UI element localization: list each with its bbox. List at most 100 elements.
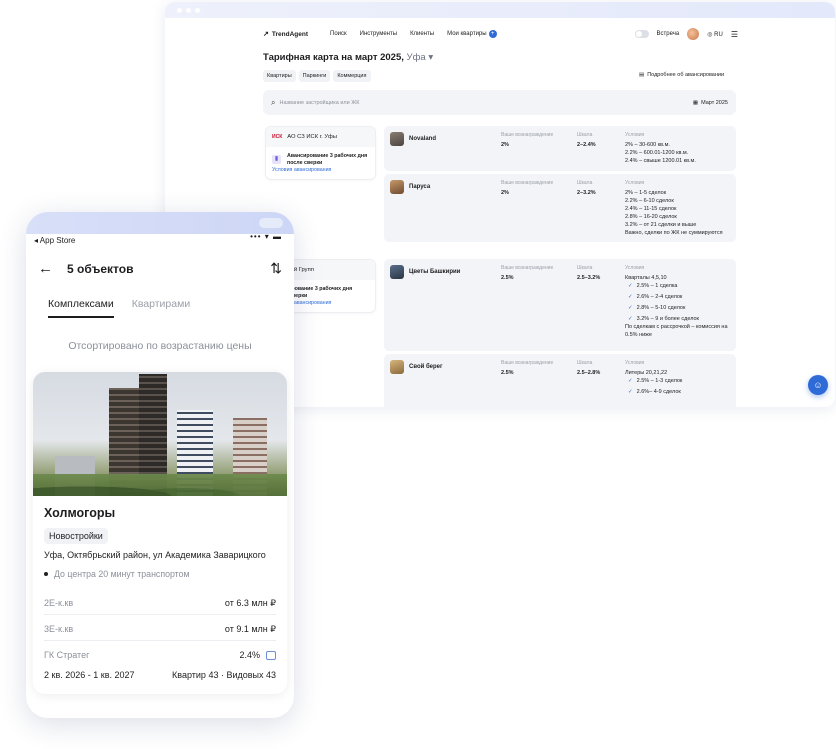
window-dot[interactable]	[195, 7, 200, 13]
condition-line: 2.2% – 600.01-1200 кв.м.	[625, 149, 689, 156]
wallet-icon: ▮	[272, 155, 281, 164]
window-dot[interactable]	[177, 7, 182, 13]
bullet-icon	[44, 572, 48, 576]
scale-col: Шкала 2–2.4%	[577, 132, 596, 148]
commission-row: ГК Стратег 2.4%	[44, 650, 276, 661]
conditions-col: Условия Литеры 20,21,22 ✓ 2.5% – 1-3 сдел…	[625, 360, 682, 397]
reward-value: 2%	[501, 142, 509, 148]
condition-text: 2.5% – 1 сделка	[636, 282, 678, 289]
globe-icon: ◎	[707, 31, 713, 38]
condition-text: 3.2% – 9 и более сделок	[636, 315, 699, 322]
developer-label: ГК Стратег	[44, 650, 90, 660]
complex-row[interactable]: Novaland Ваше вознаграждение 2% Шкала 2–2.…	[384, 126, 736, 171]
complex-row[interactable]: Свой берег Ваше вознаграждение 2.5% Шкала…	[384, 354, 736, 407]
tab-commercial[interactable]: Коммерция	[333, 70, 371, 82]
reward-label: Ваше вознаграждение	[501, 360, 554, 366]
stage: ↗ TrendAgent Поиск Инструменты Клиенты М…	[0, 0, 836, 749]
chat-button[interactable]: ☺	[808, 375, 828, 395]
reward-value: 2%	[501, 190, 509, 196]
nav-link-tools[interactable]: Инструменты	[360, 31, 397, 37]
nav-link-my-apartments[interactable]: Мои квартиры +	[447, 30, 497, 38]
condition-line: 2.2% – 6-10 сделок	[625, 197, 674, 204]
scale-value: 2.5–2.8%	[577, 370, 601, 376]
back-arrow-icon[interactable]: ←	[38, 260, 53, 277]
complex-name: Паруса	[390, 180, 430, 194]
avatar[interactable]	[687, 28, 700, 40]
complex-row[interactable]: Цветы Башкирии Ваше вознаграждение 2.5% Ш…	[384, 259, 736, 351]
complex-address: Уфа, Октябрьский район, ул Академика Зав…	[44, 550, 266, 560]
tab-apartments[interactable]: Квартирами	[132, 298, 190, 318]
scale-value: 2–3.2%	[577, 190, 596, 196]
travel-time-text: До центра 20 минут транспортом	[54, 569, 190, 579]
advance-conditions-link[interactable]: Условия авансирования	[272, 167, 331, 173]
page-title: Тарифная карта на март 2025, Уфа ▾	[263, 52, 433, 63]
tab-apartments[interactable]: Квартиры	[263, 70, 296, 82]
complex-title: Цветы Башкирии	[409, 269, 461, 275]
city-selector[interactable]: Уфа ▾	[407, 52, 434, 63]
phone-header: ← 5 объектов ⇅	[38, 260, 282, 277]
scale-label: Шкала	[577, 265, 593, 271]
advance-info-link[interactable]: ▤ Подробнее об авансировании	[639, 72, 724, 78]
price-row: 2Е-к.кв от 6.3 млн ₽	[44, 598, 276, 609]
city-label: Уфа	[406, 52, 426, 63]
complex-title: Паруса	[409, 184, 431, 190]
search-bar[interactable]: ⌕ Название застройщика или ЖК ▦ Март 202…	[263, 90, 736, 115]
arrow-icon: ↗	[263, 31, 269, 38]
reward-value: 2.5%	[501, 370, 514, 376]
nav-link-clients[interactable]: Клиенты	[410, 31, 434, 37]
scale-value: 2.5–3.2%	[577, 275, 601, 281]
page-title-text: Тарифная карта на март 2025,	[263, 52, 404, 63]
category-tabs: Квартиры Паркинги Коммерция	[263, 70, 371, 82]
conditions-heading: Литеры 20,21,22	[625, 370, 668, 376]
app-store-back[interactable]: ◂ App Store	[34, 236, 75, 245]
condition-text: 2.8% – 5-10 сделок	[636, 304, 686, 311]
condition-text: 2.6% – 2-4 сделок	[636, 293, 683, 300]
price-row-value: от 9.1 млн ₽	[224, 624, 276, 634]
calendar-icon: ▦	[692, 99, 699, 106]
condition-check-line: ✓ 2.8% – 5-10 сделок	[628, 305, 733, 313]
price-row: 3Е-к.кв от 9.1 млн ₽	[44, 624, 276, 635]
complex-card[interactable]: Холмогоры Новостройки Уфа, Октябрьский р…	[33, 372, 287, 694]
divider	[44, 640, 276, 641]
condition-line: 3.2% – от 21 сделки и выше	[625, 221, 697, 228]
dynamic-island	[259, 218, 283, 228]
search-input[interactable]: Название застройщика или ЖК	[279, 100, 359, 106]
condition-check-line: ✓ 2.5% – 1-3 сделок	[628, 378, 682, 386]
scale-value: 2–2.4%	[577, 142, 596, 148]
language-switch[interactable]: ◎ RU	[707, 31, 723, 38]
nav-link-search[interactable]: Поиск	[330, 31, 347, 37]
plus-icon: +	[488, 30, 497, 38]
scale-label: Шкала	[577, 360, 593, 366]
commission-value: 2.4%	[239, 650, 276, 661]
complex-title: Novaland	[409, 136, 437, 142]
price-row-label: 2Е-к.кв	[44, 598, 74, 608]
check-icon: ✓	[628, 377, 633, 384]
scale-col: Шкала 2–3.2%	[577, 180, 596, 196]
tab-complexes[interactable]: Комплексами	[48, 298, 114, 318]
complex-thumbnail	[390, 132, 404, 146]
status-icons: ••• ▾ ▬	[250, 232, 282, 241]
complex-row[interactable]: Паруса Ваше вознаграждение 2% Шкала 2–3.2%…	[384, 174, 736, 242]
developer-logo: ИСК	[272, 134, 283, 140]
wallet-icon[interactable]	[266, 651, 276, 661]
advance-text: Авансирование 3 рабочих дня после сверки	[287, 153, 368, 166]
sort-icon[interactable]: ⇅	[270, 260, 282, 277]
condition-check-line: ✓ 2.6% – 2-4 сделок	[628, 294, 733, 302]
meeting-toggle[interactable]	[634, 30, 649, 38]
sort-caption: Отсортировано по возрастанию цены	[68, 340, 252, 352]
date-picker[interactable]: ▦ Март 2025	[693, 100, 728, 106]
scale-col: Шкала 2.5–2.8%	[577, 360, 600, 376]
view-tabs: Комплексами Квартирами	[48, 298, 190, 318]
complex-title: Свой берег	[409, 364, 443, 370]
tab-parking[interactable]: Паркинги	[298, 70, 331, 82]
menu-icon[interactable]: ☰	[731, 30, 738, 39]
reward-label: Ваше вознаграждение	[501, 180, 554, 186]
condition-line: 2.4% – 11-15 сделок	[625, 205, 677, 212]
developer-header: ИСК АО СЗ ИСК г. Уфы	[266, 127, 375, 147]
conditions-label: Условия	[625, 360, 645, 366]
condition-line: Важно, сделки по ЖК не суммируются	[625, 229, 723, 236]
brand-logo[interactable]: ↗ TrendAgent	[263, 30, 308, 39]
complex-name: Цветы Башкирии	[390, 265, 460, 279]
developer-card[interactable]: ИСК АО СЗ ИСК г. Уфы ▮ Авансирование 3 р…	[265, 126, 376, 180]
window-dot[interactable]	[186, 7, 191, 13]
